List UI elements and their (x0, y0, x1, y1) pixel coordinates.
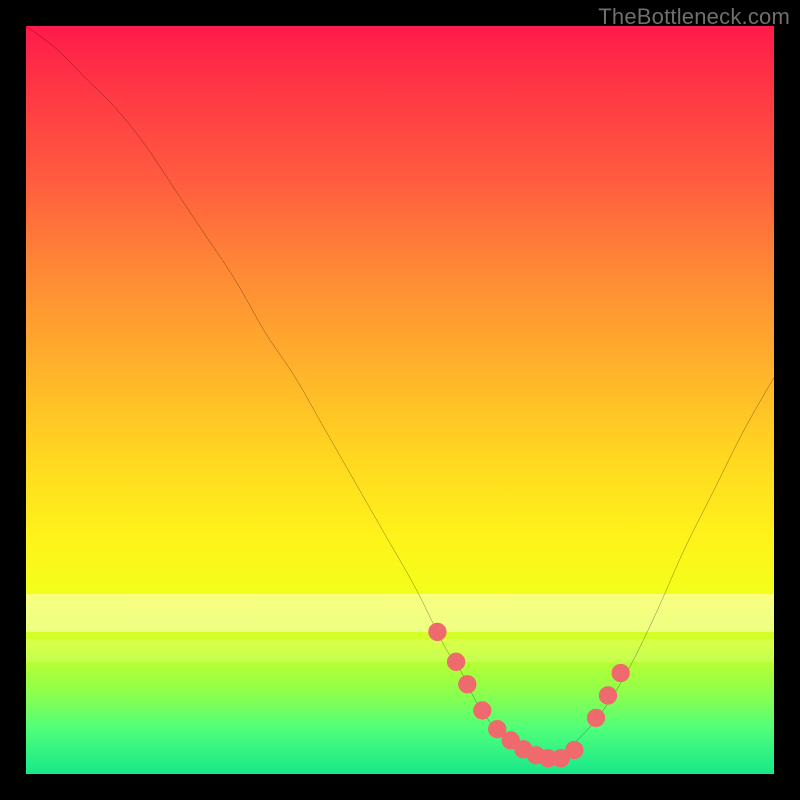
marker-dot (612, 664, 629, 681)
marker-dot (566, 741, 583, 758)
plot-area (26, 26, 774, 774)
watermark-text: TheBottleneck.com (598, 4, 790, 30)
marker-dot (459, 676, 476, 693)
marker-dot (429, 623, 446, 640)
marker-dot (447, 653, 464, 670)
chart-frame: TheBottleneck.com (0, 0, 800, 800)
curve-svg (26, 26, 774, 774)
curve-path (26, 26, 774, 760)
marker-dot (599, 687, 616, 704)
marker-dot (474, 702, 491, 719)
bottleneck-curve (26, 26, 774, 760)
marker-dot (587, 709, 604, 726)
marker-group (429, 623, 629, 767)
